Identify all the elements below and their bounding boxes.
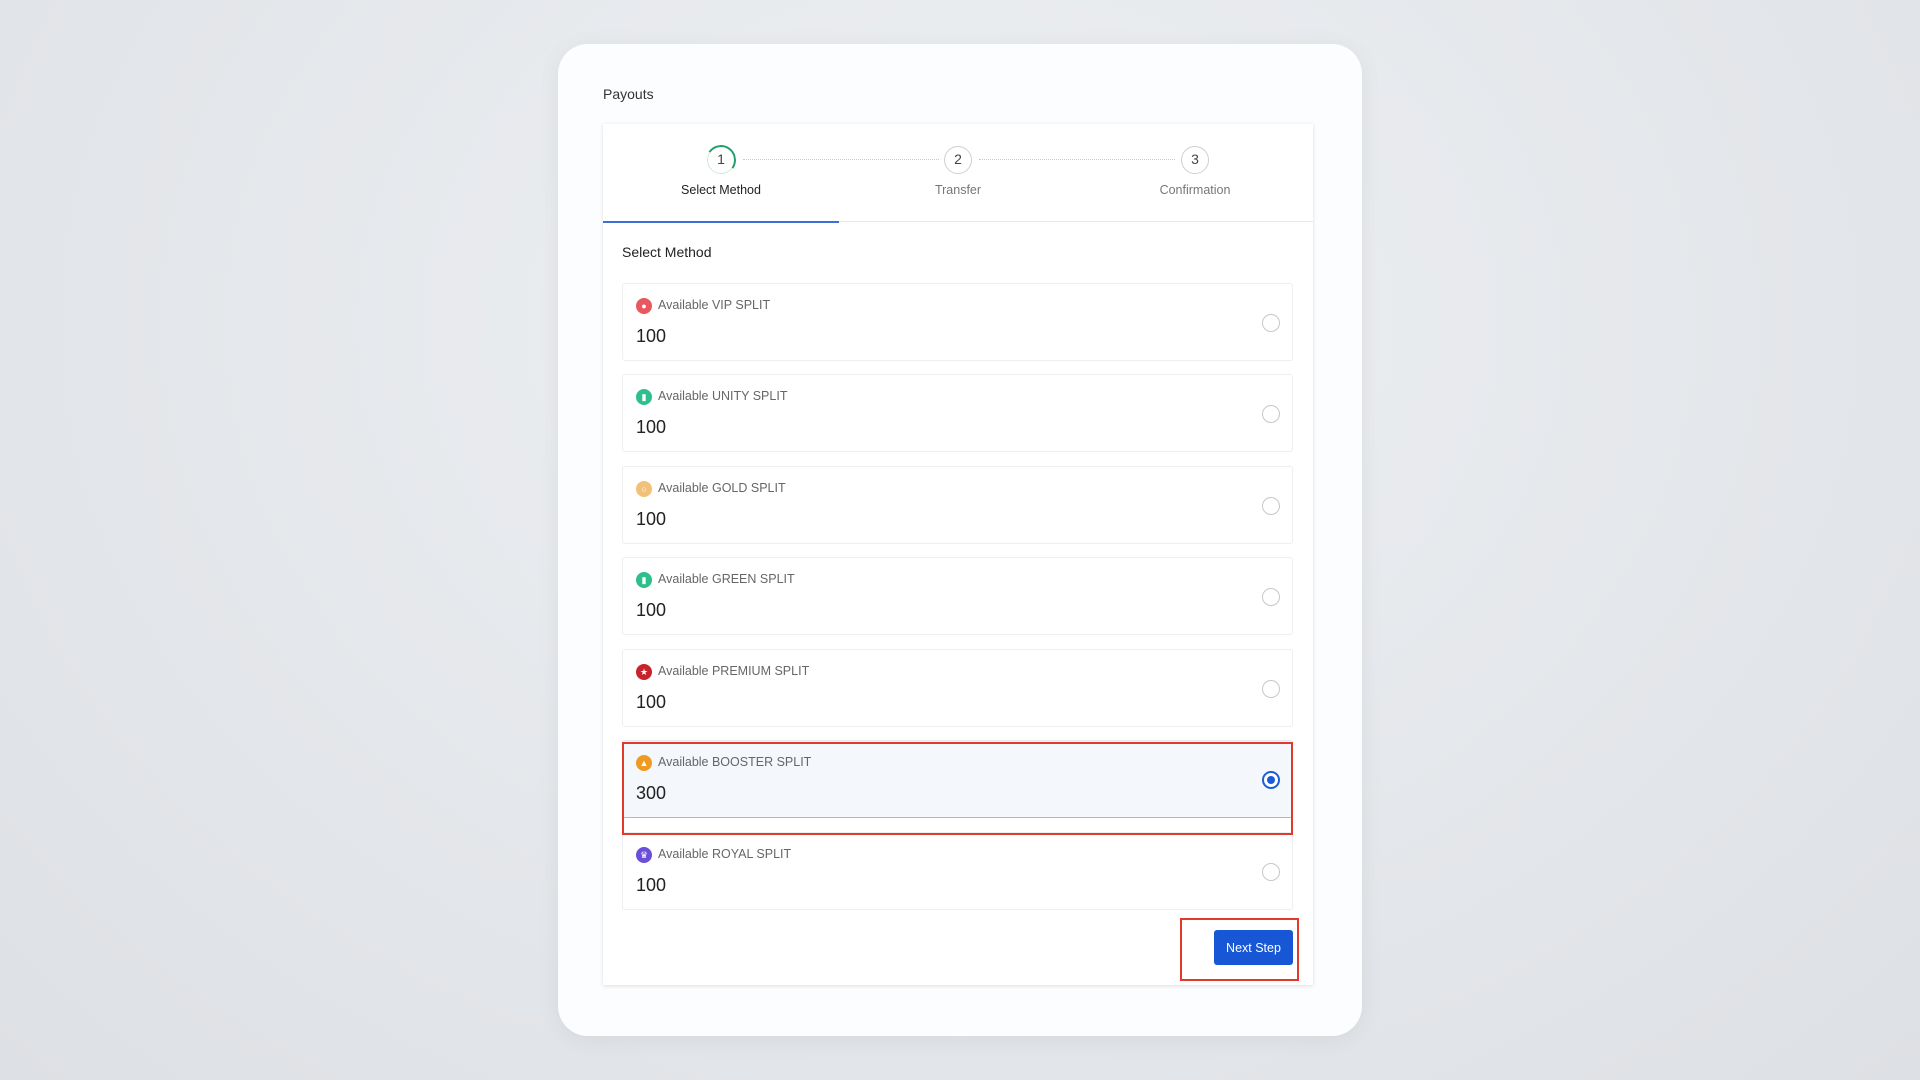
option-label: Available PREMIUM SPLIT <box>658 664 810 678</box>
vip-icon: ● <box>636 298 652 314</box>
option-unity-split[interactable]: ▮ Available UNITY SPLIT 100 <box>622 374 1293 452</box>
premium-star-icon: ★ <box>636 664 652 680</box>
page-title: Payouts <box>603 86 654 102</box>
gold-icon: ○ <box>636 481 652 497</box>
step-label: Confirmation <box>1159 183 1231 197</box>
option-premium-split[interactable]: ★ Available PREMIUM SPLIT 100 <box>622 649 1293 727</box>
option-value: 100 <box>636 417 667 437</box>
stepper: 1 Select Method 2 Transfer 3 Confirmatio… <box>603 124 1313 223</box>
option-vip-split[interactable]: ● Available VIP SPLIT 100 <box>622 283 1293 361</box>
payouts-card: Payouts 1 Select Method 2 Transfer 3 Con… <box>558 44 1362 1036</box>
green-icon: ▮ <box>636 572 652 588</box>
option-booster-split[interactable]: ▲ Available BOOSTER SPLIT 300 <box>622 740 1293 818</box>
radio-button[interactable] <box>1262 588 1280 606</box>
payout-panel: 1 Select Method 2 Transfer 3 Confirmatio… <box>603 124 1313 985</box>
radio-button[interactable] <box>1262 863 1280 881</box>
option-value: 300 <box>636 783 667 803</box>
option-value: 100 <box>636 692 667 712</box>
option-value: 100 <box>636 326 667 346</box>
radio-button[interactable] <box>1262 405 1280 423</box>
option-gold-split[interactable]: ○ Available GOLD SPLIT 100 <box>622 466 1293 544</box>
royal-crown-icon: ♛ <box>636 847 652 863</box>
radio-button-selected[interactable] <box>1262 771 1280 789</box>
step-label: Transfer <box>934 183 982 197</box>
radio-button[interactable] <box>1262 680 1280 698</box>
option-green-split[interactable]: ▮ Available GREEN SPLIT 100 <box>622 557 1293 635</box>
radio-button[interactable] <box>1262 497 1280 515</box>
option-value: 100 <box>636 509 667 529</box>
section-title: Select Method <box>622 244 712 260</box>
radio-button[interactable] <box>1262 314 1280 332</box>
option-value: 100 <box>636 600 667 620</box>
step-transfer[interactable]: 2 Transfer <box>840 124 1076 222</box>
step-number: 3 <box>1181 146 1209 174</box>
option-royal-split[interactable]: ♛ Available ROYAL SPLIT 100 <box>622 832 1293 910</box>
booster-icon: ▲ <box>636 755 652 771</box>
step-select-method[interactable]: 1 Select Method <box>603 124 839 223</box>
option-label: Available GOLD SPLIT <box>658 481 786 495</box>
step-confirmation[interactable]: 3 Confirmation <box>1077 124 1313 222</box>
option-label: Available BOOSTER SPLIT <box>658 755 812 769</box>
unity-icon: ▮ <box>636 389 652 405</box>
option-label: Available ROYAL SPLIT <box>658 847 792 861</box>
option-label: Available UNITY SPLIT <box>658 389 788 403</box>
option-value: 100 <box>636 875 667 895</box>
option-label: Available GREEN SPLIT <box>658 572 795 586</box>
step-number: 2 <box>944 146 972 174</box>
option-label: Available VIP SPLIT <box>658 298 771 312</box>
next-step-button[interactable]: Next Step <box>1214 930 1293 965</box>
step-number: 1 <box>707 146 735 174</box>
step-label: Select Method <box>681 183 761 197</box>
